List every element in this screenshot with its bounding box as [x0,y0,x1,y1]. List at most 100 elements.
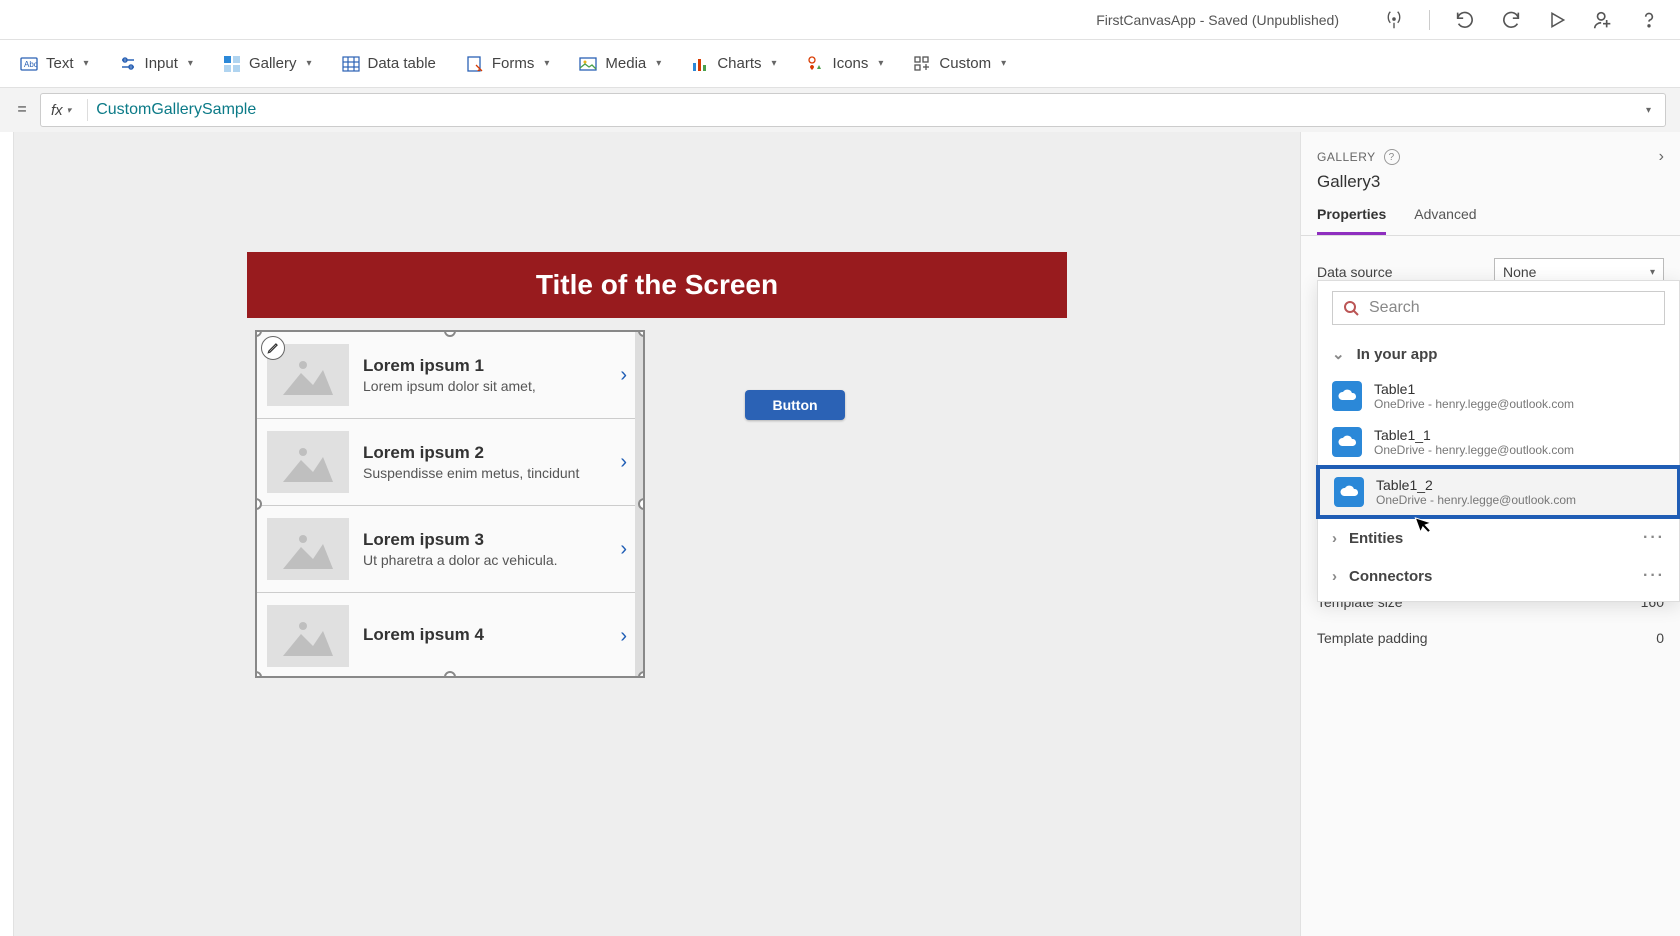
left-rail [0,132,14,936]
ds-item-table1-1[interactable]: Table1_1 OneDrive - henry.legge@outlook.… [1318,419,1679,465]
help-icon[interactable]: ? [1384,149,1400,165]
chevron-down-icon: ▾ [188,58,193,69]
ds-item-name: Table1_2 [1376,477,1576,493]
chevron-right-icon: › [1332,530,1337,547]
formula-bar-row: = fx ▾ CustomGallerySample ▾ [0,88,1680,132]
play-icon[interactable] [1546,9,1568,31]
image-icon [579,55,597,73]
chevron-down-icon: ▾ [772,58,777,69]
gallery-item-subtitle: Lorem ipsum dolor sit amet, [363,378,600,394]
chevron-right-icon[interactable]: › [1659,148,1664,166]
search-icon [1343,300,1359,316]
app-title: FirstCanvasApp - Saved (Unpublished) [1096,12,1339,28]
ds-group-connectors[interactable]: › Connectors ··· [1318,557,1679,595]
search-placeholder: Search [1369,299,1420,317]
ribbon-custom[interactable]: Custom ▾ [913,55,1006,73]
ds-group-in-your-app[interactable]: ⌄ In your app [1318,335,1679,373]
chevron-down-icon: ▾ [67,105,72,116]
edit-template-icon[interactable] [261,336,285,360]
ribbon-media[interactable]: Media ▾ [579,55,661,73]
chevron-down-icon: ▾ [656,58,661,69]
ribbon-text-label: Text [46,55,74,72]
panel-type-label: GALLERY [1317,150,1376,164]
gallery-item-title: Lorem ipsum 2 [363,443,600,463]
prop-label: Template padding [1317,630,1428,646]
tab-properties[interactable]: Properties [1317,200,1386,235]
help-icon[interactable] [1638,9,1660,31]
ds-item-table1-2-highlighted[interactable]: Table1_2 OneDrive - henry.legge@outlook.… [1316,465,1680,519]
canvas-screen: Title of the Screen Lorem ipsum 1 Lorem … [247,252,1067,690]
ds-group-entities[interactable]: › Entities ··· [1318,519,1679,557]
ribbon-custom-label: Custom [939,55,991,72]
svg-text:Abc: Abc [24,60,38,69]
ribbon-charts[interactable]: Charts ▾ [691,55,776,73]
prop-template-padding: Template padding 0 [1301,620,1680,656]
ribbon-datatable[interactable]: Data table [342,55,436,73]
ribbon-insert: Abc Text ▾ Input ▾ Gallery ▾ Data table … [0,40,1680,88]
data-source-value: None [1503,264,1536,280]
ribbon-text[interactable]: Abc Text ▾ [20,55,89,73]
image-placeholder-icon [267,518,349,580]
data-source-search[interactable]: Search [1332,291,1665,325]
gallery-item-subtitle: Suspendisse enim metus, tincidunt [363,465,600,481]
chevron-right-icon[interactable]: › [614,538,633,561]
gallery-item[interactable]: Lorem ipsum 2 Suspendisse enim metus, ti… [257,419,643,506]
chevron-right-icon[interactable]: › [614,364,633,387]
image-placeholder-icon [267,431,349,493]
sliders-icon [119,55,137,73]
ribbon-datatable-label: Data table [368,55,436,72]
gallery-item-title: Lorem ipsum 1 [363,356,600,376]
icons-icon [807,55,825,73]
canvas-area[interactable]: Title of the Screen Lorem ipsum 1 Lorem … [14,132,1300,936]
formula-text[interactable]: CustomGallerySample [96,101,1642,119]
ribbon-gallery-label: Gallery [249,55,297,72]
formula-divider [87,99,88,121]
gallery-item-title: Lorem ipsum 4 [363,625,600,645]
chevron-down-icon: ▾ [306,58,311,69]
chevron-down-icon: ▾ [1650,267,1655,278]
form-icon [466,55,484,73]
property-selector-equals[interactable]: = [14,101,30,119]
fx-button[interactable]: fx ▾ [51,102,79,119]
properties-panel: GALLERY ? › Gallery3 Properties Advanced… [1300,132,1680,936]
redo-icon[interactable] [1500,9,1522,31]
tab-advanced[interactable]: Advanced [1414,200,1476,235]
prop-label: Data source [1317,264,1392,280]
ds-item-table1[interactable]: Table1 OneDrive - henry.legge@outlook.co… [1318,373,1679,419]
fx-label: fx [51,102,63,119]
chevron-right-icon[interactable]: › [614,451,633,474]
app-checker-icon[interactable] [1383,9,1405,31]
image-placeholder-icon [267,605,349,667]
formula-expand-icon[interactable]: ▾ [1642,105,1655,116]
chevron-down-icon: ⌄ [1332,345,1345,363]
gallery-item[interactable]: Lorem ipsum 3 Ut pharetra a dolor ac veh… [257,506,643,593]
chevron-right-icon[interactable]: › [614,625,633,648]
ribbon-input[interactable]: Input ▾ [119,55,193,73]
ribbon-forms[interactable]: Forms ▾ [466,55,550,73]
share-icon[interactable] [1592,9,1614,31]
ds-item-sub: OneDrive - henry.legge@outlook.com [1376,493,1576,507]
canvas-button[interactable]: Button [745,390,845,420]
chart-icon [691,55,709,73]
ds-item-name: Table1 [1374,381,1574,397]
more-icon[interactable]: ··· [1643,567,1665,585]
ds-item-sub: OneDrive - henry.legge@outlook.com [1374,397,1574,411]
data-source-dropdown: Search ⌄ In your app Table1 OneDrive - h… [1317,280,1680,602]
prop-value[interactable]: 0 [1594,630,1664,646]
titlebar: FirstCanvasApp - Saved (Unpublished) [0,0,1680,40]
ribbon-forms-label: Forms [492,55,535,72]
gallery-item[interactable]: Lorem ipsum 1 Lorem ipsum dolor sit amet… [257,332,643,419]
gallery-item[interactable]: Lorem ipsum 4 › [257,593,643,678]
chevron-down-icon: ▾ [878,58,883,69]
custom-component-icon [913,55,931,73]
ribbon-gallery[interactable]: Gallery ▾ [223,55,312,73]
ribbon-icons[interactable]: Icons ▾ [807,55,884,73]
gallery-control-selected[interactable]: Lorem ipsum 1 Lorem ipsum dolor sit amet… [255,330,645,678]
label-icon: Abc [20,55,38,73]
titlebar-divider [1429,10,1430,30]
formula-bar[interactable]: fx ▾ CustomGallerySample ▾ [40,93,1666,127]
ds-item-sub: OneDrive - henry.legge@outlook.com [1374,443,1574,457]
selection-handle[interactable] [638,498,645,510]
more-icon[interactable]: ··· [1643,529,1665,547]
undo-icon[interactable] [1454,9,1476,31]
